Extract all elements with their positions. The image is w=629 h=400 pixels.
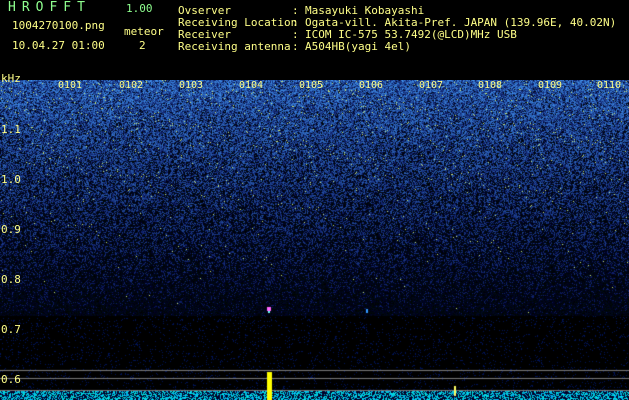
antenna-label: Receiving antenna — [178, 40, 291, 53]
x-tick-0103: 0103 — [179, 80, 204, 91]
x-tick-0106: 0106 — [359, 80, 384, 91]
meteor-label: meteor — [124, 25, 164, 38]
x-tick-0104: 0104 — [239, 80, 264, 91]
antenna-colon: : — [292, 40, 299, 53]
x-tick-0101: 0101 — [58, 80, 83, 91]
file-name: 1004270100.png — [12, 19, 105, 32]
y-tick-1-1: 1.1 — [1, 123, 21, 136]
meteor-count: 2 — [139, 39, 146, 52]
y-axis-unit: kHz — [1, 72, 21, 85]
y-tick-0-6: 0.6 — [1, 373, 21, 386]
antenna-value: A504HB(yagi 4el) — [305, 40, 411, 53]
spectrogram — [0, 80, 629, 400]
y-tick-0-7: 0.7 — [1, 323, 21, 336]
x-tick-0109: 0109 — [538, 80, 563, 91]
x-tick-0102: 0102 — [119, 80, 144, 91]
x-tick-0105: 0105 — [299, 80, 324, 91]
app-version: 1.00 — [126, 2, 153, 15]
y-tick-1-0: 1.0 — [1, 173, 21, 186]
x-tick-0110: 0110 — [597, 80, 622, 91]
y-tick-0-8: 0.8 — [1, 273, 21, 286]
x-tick-0107: 0107 — [419, 80, 444, 91]
datetime: 10.04.27 01:00 — [12, 39, 105, 52]
app-title: HROFFT — [8, 0, 91, 15]
x-tick-0108: 0108 — [478, 80, 503, 91]
header-panel: HROFFT 1.00 1004270100.png meteor 10.04.… — [0, 0, 629, 78]
y-tick-0-9: 0.9 — [1, 223, 21, 236]
